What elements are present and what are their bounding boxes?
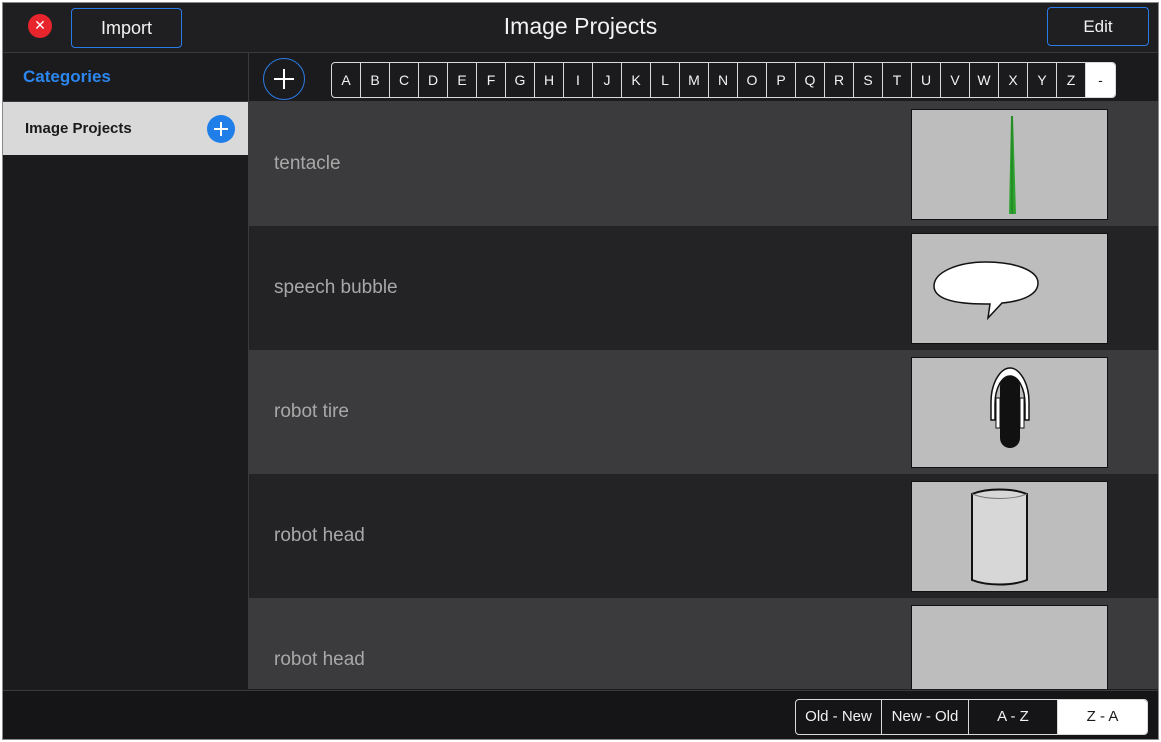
project-name: robot head [274,525,365,546]
plus-icon-stroke [220,122,222,136]
sidebar-heading: Categories [3,53,248,102]
project-name: robot tire [274,401,349,422]
speech-bubble-image[interactable] [911,233,1108,344]
robot-head-image[interactable] [911,481,1108,592]
letter-button[interactable]: S [854,63,883,97]
letter-button[interactable]: A [332,63,361,97]
letter-button[interactable]: J [593,63,622,97]
add-category-button[interactable] [207,115,235,143]
project-list-panel: ABCDEFGHIJKLMNOPQRSTUVWXYZ- tentacle spe… [249,53,1158,689]
letter-button[interactable]: R [825,63,854,97]
letter-button[interactable]: - [1086,63,1115,97]
sort-z-a-button[interactable]: Z - A [1058,700,1147,734]
blank-image[interactable] [911,605,1108,689]
plus-icon-stroke [283,69,285,89]
letter-button[interactable]: V [941,63,970,97]
letter-button[interactable]: T [883,63,912,97]
sort-segmented-control: Old - New New - Old A - Z Z - A [795,699,1148,735]
import-button[interactable]: Import [71,8,182,48]
alphabet-index: ABCDEFGHIJKLMNOPQRSTUVWXYZ- [331,62,1116,98]
sidebar-item-label: Image Projects [25,120,132,137]
letter-button[interactable]: H [535,63,564,97]
letter-button[interactable]: I [564,63,593,97]
tentacle-image[interactable] [911,109,1108,220]
letter-button[interactable]: F [477,63,506,97]
letter-button[interactable]: Z [1057,63,1086,97]
letter-button[interactable]: M [680,63,709,97]
project-name: tentacle [274,153,341,174]
close-icon: ✕ [34,18,46,34]
project-name: robot head [274,649,365,670]
app-window: ✕ Import Image Projects Edit Categories … [2,2,1159,740]
alphabet-bar: ABCDEFGHIJKLMNOPQRSTUVWXYZ- [249,53,1158,102]
letter-button[interactable]: D [419,63,448,97]
letter-button[interactable]: B [361,63,390,97]
letter-button[interactable]: Y [1028,63,1057,97]
edit-button[interactable]: Edit [1047,7,1149,46]
letter-button[interactable]: L [651,63,680,97]
page-title: Image Projects [503,13,658,39]
robot-tire-image[interactable] [911,357,1108,468]
letter-button[interactable]: O [738,63,767,97]
list-item[interactable]: speech bubble [249,226,1158,350]
project-list[interactable]: tentacle speech bubble robot tire robot … [249,102,1158,689]
sort-new-old-button[interactable]: New - Old [882,700,969,734]
letter-button[interactable]: U [912,63,941,97]
letter-button[interactable]: G [506,63,535,97]
list-item[interactable]: robot head [249,474,1158,598]
project-name: speech bubble [274,277,398,298]
letter-button[interactable]: C [390,63,419,97]
close-button[interactable]: ✕ [28,14,52,38]
letter-button[interactable]: X [999,63,1028,97]
list-item[interactable]: robot head [249,598,1158,689]
letter-button[interactable]: Q [796,63,825,97]
sort-a-z-button[interactable]: A - Z [969,700,1058,734]
letter-button[interactable]: N [709,63,738,97]
add-project-button[interactable] [263,58,305,100]
letter-button[interactable]: E [448,63,477,97]
list-item[interactable]: robot tire [249,350,1158,474]
sidebar: Categories Image Projects [3,53,249,689]
letter-button[interactable]: K [622,63,651,97]
sort-old-new-button[interactable]: Old - New [796,700,882,734]
letter-button[interactable]: P [767,63,796,97]
letter-button[interactable]: W [970,63,999,97]
list-item[interactable]: tentacle [249,102,1158,226]
top-bar: ✕ Import Image Projects Edit [3,3,1158,53]
bottom-bar: Old - New New - Old A - Z Z - A [3,690,1158,739]
sidebar-item-image-projects[interactable]: Image Projects [3,102,248,155]
